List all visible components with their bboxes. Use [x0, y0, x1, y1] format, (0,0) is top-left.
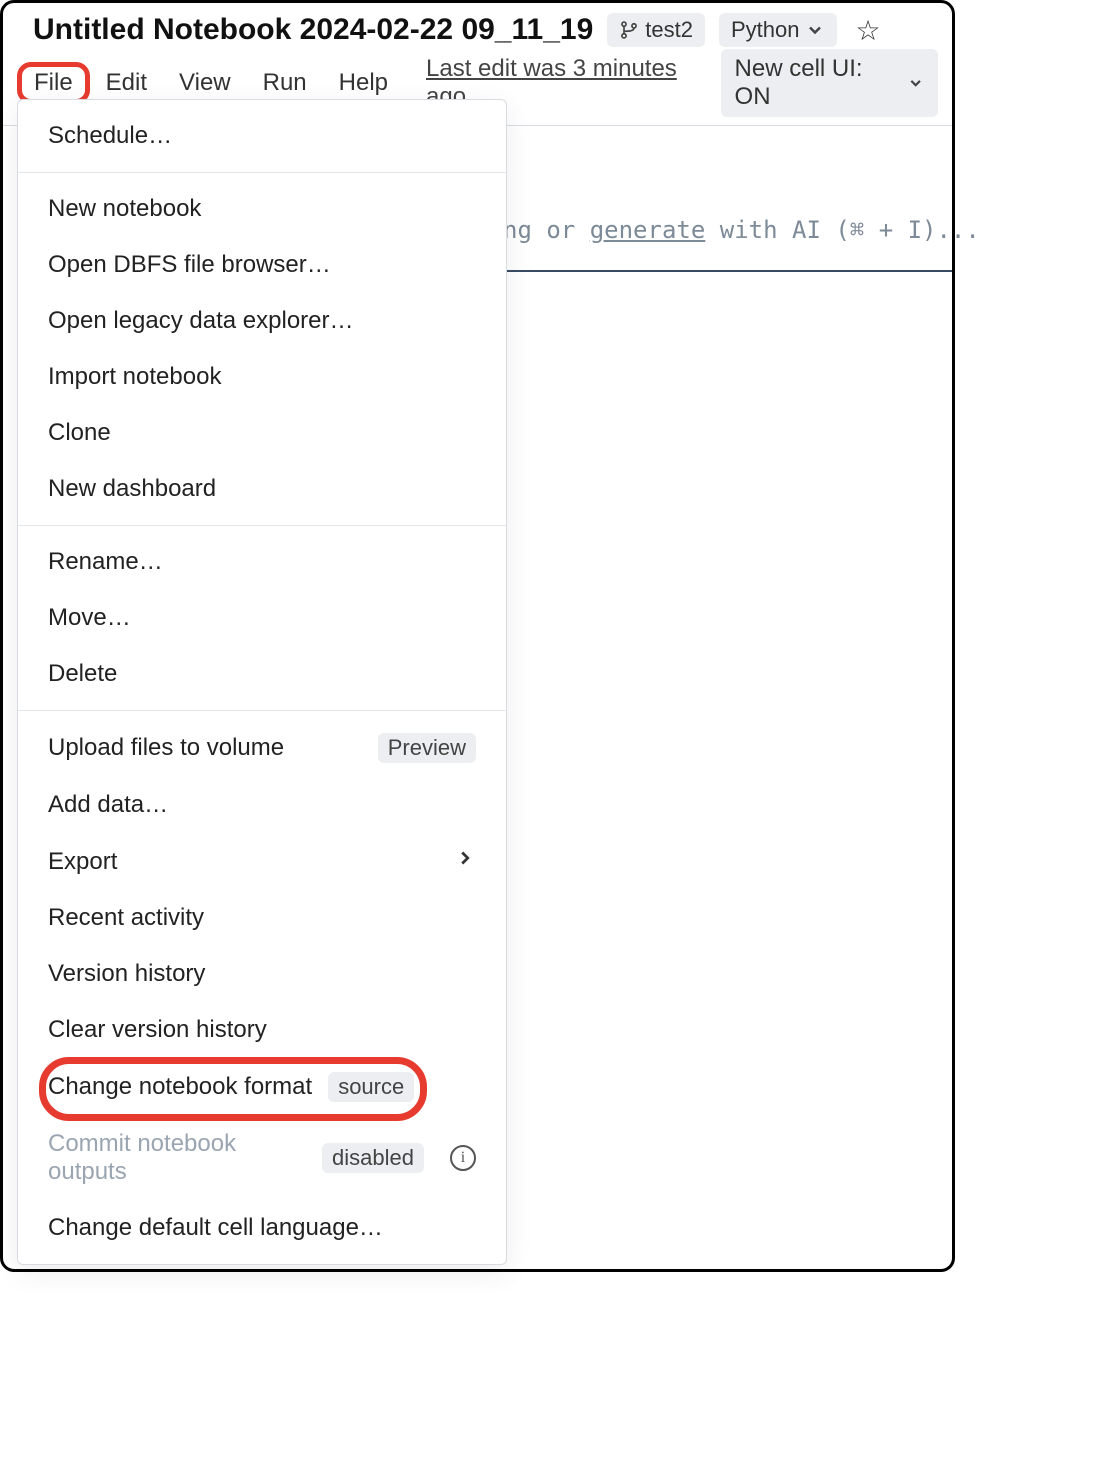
- git-branch-icon: [619, 20, 639, 40]
- file-menu-open-legacy[interactable]: Open legacy data explorer…: [18, 293, 506, 349]
- file-menu-change-default-lang[interactable]: Change default cell language…: [18, 1200, 506, 1256]
- file-menu-rename[interactable]: Rename…: [18, 534, 506, 590]
- file-menu-export-label: Export: [48, 848, 117, 876]
- info-icon[interactable]: i: [450, 1145, 476, 1171]
- cell-hint-generate: generate: [590, 216, 706, 244]
- cell-hint-prefix: ng or: [503, 216, 590, 244]
- file-menu-recent-activity[interactable]: Recent activity: [18, 890, 506, 946]
- file-menu-export[interactable]: Export: [18, 833, 506, 890]
- file-menu-change-format[interactable]: Change notebook format source: [18, 1058, 506, 1116]
- cell-hint-suffix: with AI (⌘ + I)...: [705, 216, 980, 244]
- cluster-label: test2: [645, 17, 693, 43]
- language-pill[interactable]: Python: [719, 13, 838, 47]
- file-menu-schedule[interactable]: Schedule…: [18, 108, 506, 164]
- new-cell-ui-label: New cell UI: ON: [735, 55, 899, 111]
- language-label: Python: [731, 17, 800, 43]
- new-cell-ui-toggle[interactable]: New cell UI: ON: [721, 49, 938, 117]
- preview-badge: Preview: [378, 733, 476, 763]
- file-menu-add-data[interactable]: Add data…: [18, 777, 506, 833]
- menu-view[interactable]: View: [163, 63, 247, 103]
- file-menu-new-notebook[interactable]: New notebook: [18, 181, 506, 237]
- chevron-right-icon: [454, 847, 476, 876]
- file-menu-commit-outputs: Commit notebook outputs disabled i: [18, 1116, 506, 1200]
- chevron-down-icon: [907, 74, 924, 92]
- file-menu-clear-version-history[interactable]: Clear version history: [18, 1002, 506, 1058]
- source-badge: source: [328, 1072, 414, 1102]
- header-bar: Untitled Notebook 2024-02-22 09_11_19 te…: [3, 3, 952, 47]
- menu-run[interactable]: Run: [247, 63, 323, 103]
- file-menu-version-history[interactable]: Version history: [18, 946, 506, 1002]
- notebook-title[interactable]: Untitled Notebook 2024-02-22 09_11_19: [33, 13, 593, 47]
- file-menu-commit-outputs-label: Commit notebook outputs: [48, 1130, 306, 1186]
- file-menu-dropdown: Schedule… New notebook Open DBFS file br…: [17, 99, 507, 1265]
- menu-file[interactable]: File: [17, 62, 90, 104]
- file-menu-change-format-label: Change notebook format: [48, 1073, 312, 1101]
- file-menu-upload-files-label: Upload files to volume: [48, 734, 284, 762]
- disabled-badge: disabled: [322, 1143, 424, 1173]
- file-menu-new-dashboard[interactable]: New dashboard: [18, 461, 506, 517]
- menu-help[interactable]: Help: [323, 63, 404, 103]
- favorite-star-icon[interactable]: ☆: [855, 14, 880, 47]
- menu-edit[interactable]: Edit: [90, 63, 163, 103]
- file-menu-import-notebook[interactable]: Import notebook: [18, 349, 506, 405]
- chevron-down-icon: [805, 20, 825, 40]
- file-menu-clone[interactable]: Clone: [18, 405, 506, 461]
- file-menu-open-dbfs[interactable]: Open DBFS file browser…: [18, 237, 506, 293]
- file-menu-upload-files[interactable]: Upload files to volume Preview: [18, 719, 506, 777]
- cluster-pill[interactable]: test2: [607, 13, 705, 47]
- file-menu-move[interactable]: Move…: [18, 590, 506, 646]
- file-menu-delete[interactable]: Delete: [18, 646, 506, 702]
